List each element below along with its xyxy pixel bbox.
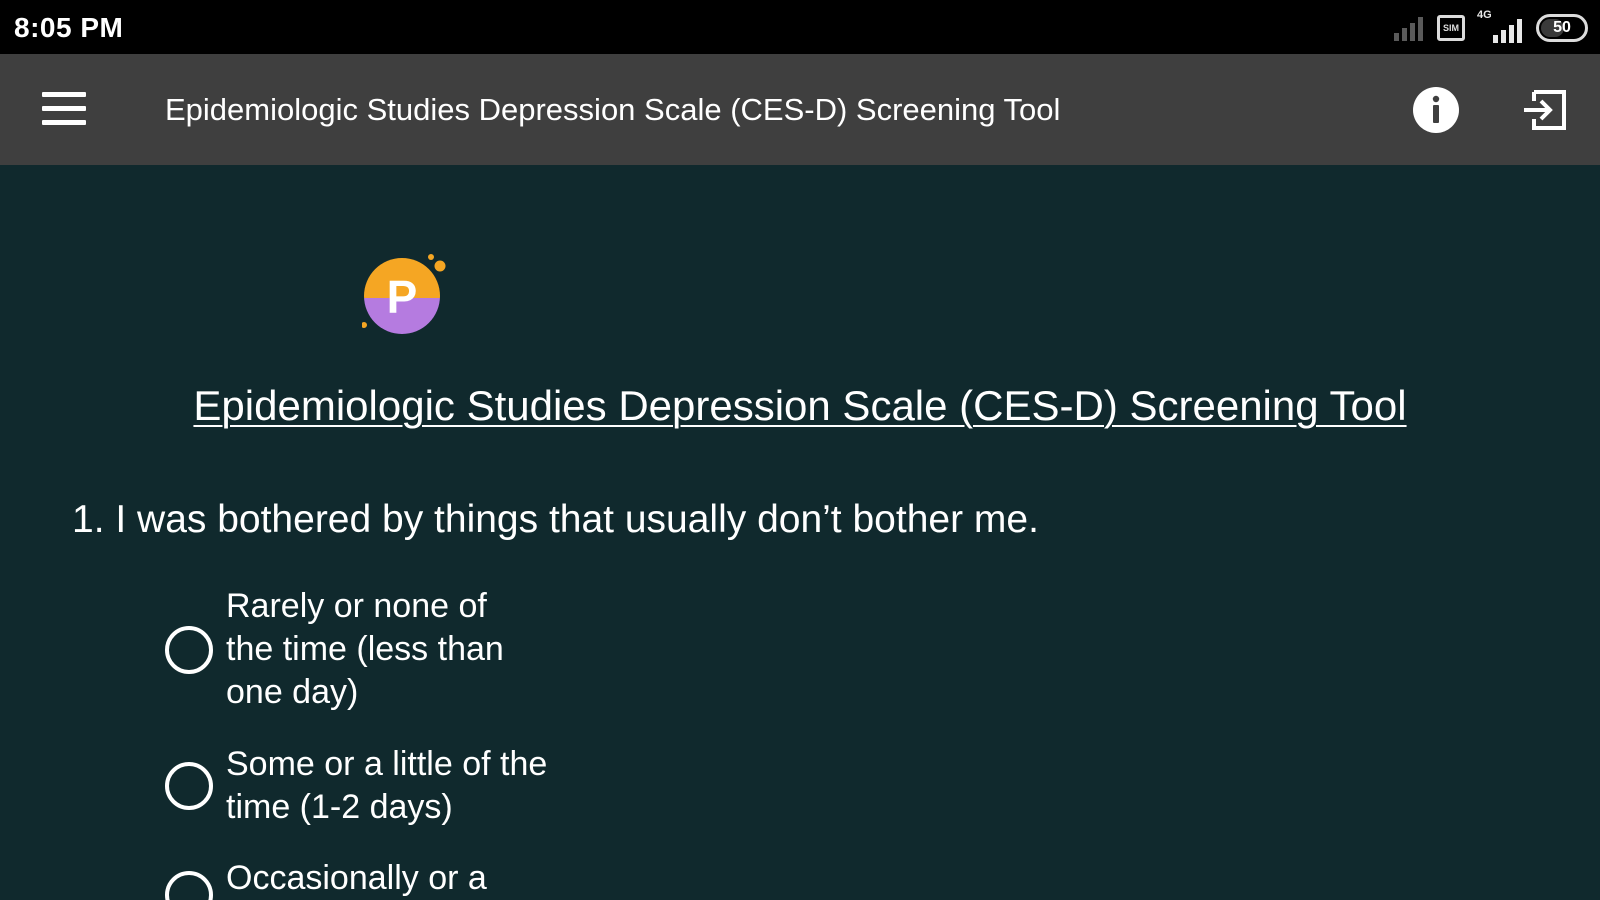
answer-option-rarely[interactable]: Rarely or none of the time (less than on… [165, 585, 516, 714]
page-title: Epidemiologic Studies Depression Scale (… [193, 382, 1407, 429]
exit-button[interactable] [1520, 86, 1570, 134]
answer-option-label: Rarely or none of the time (less than on… [226, 587, 504, 711]
answer-option-label: Occasionally or a [226, 859, 487, 897]
app-logo: P [361, 252, 458, 342]
logo-letter: P [387, 271, 418, 323]
menu-icon [42, 92, 88, 125]
battery-icon: 50 [1536, 14, 1588, 42]
question-text: 1. I was bothered by things that usually… [72, 498, 1039, 541]
radio-button[interactable] [165, 871, 213, 900]
radio-button[interactable] [165, 762, 213, 810]
signal-weak-icon [1394, 15, 1423, 41]
app-bar: Epidemiologic Studies Depression Scale (… [0, 54, 1600, 165]
info-button[interactable] [1412, 86, 1460, 134]
network-type-label: 4G [1477, 9, 1492, 21]
sim-card-icon: SIM [1437, 15, 1465, 41]
status-icons: SIM 4G 50 [1394, 9, 1588, 44]
status-time: 8:05 PM [14, 12, 124, 43]
answer-option-occasionally[interactable]: Occasionally or a [165, 857, 526, 900]
answer-option-label: Some or a little of the time (1-2 days) [226, 745, 548, 826]
mobile-signal-icon: 4G [1477, 9, 1522, 43]
info-icon [1413, 87, 1459, 133]
status-bar: 8:05 PM SIM 4G 50 [0, 0, 1600, 54]
app-bar-title: Epidemiologic Studies Depression Scale (… [165, 92, 1061, 127]
exit-icon [1524, 90, 1566, 130]
menu-button[interactable] [42, 92, 88, 126]
radio-button[interactable] [165, 625, 213, 674]
battery-level: 50 [1553, 19, 1571, 36]
answer-option-some[interactable]: Some or a little of the time (1-2 days) [165, 743, 586, 829]
